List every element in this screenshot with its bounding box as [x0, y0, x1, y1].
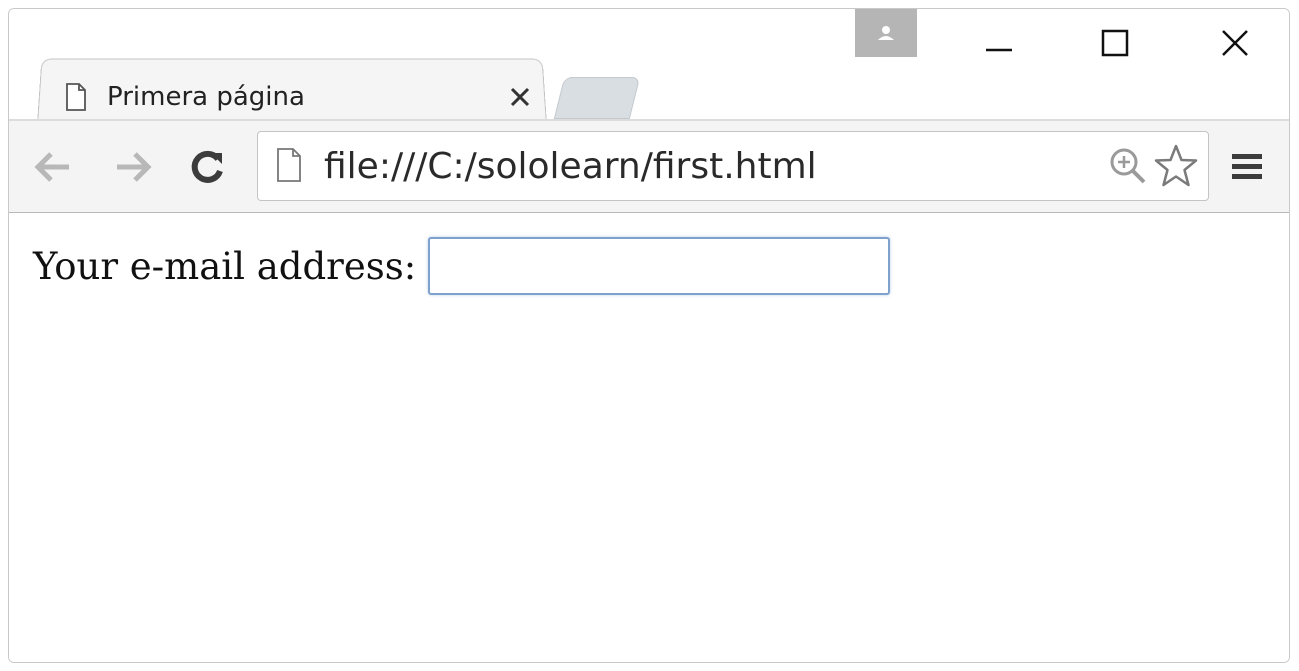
- page-icon: [65, 83, 87, 111]
- page-content: Your e-mail address:: [9, 213, 1289, 662]
- zoom-icon[interactable]: [1104, 142, 1152, 190]
- new-tab-button[interactable]: [553, 77, 641, 119]
- browser-window: Primera página file:///C:/sololearn/firs…: [8, 8, 1290, 663]
- star-icon[interactable]: [1152, 142, 1200, 190]
- close-icon[interactable]: [505, 82, 535, 112]
- email-field[interactable]: [428, 237, 891, 295]
- forward-arrow-icon[interactable]: [107, 139, 159, 195]
- back-arrow-icon[interactable]: [27, 139, 79, 195]
- url-text[interactable]: file:///C:/sololearn/first.html: [324, 146, 1104, 187]
- email-form-row: Your e-mail address:: [33, 237, 891, 295]
- tab-title: Primera página: [107, 82, 305, 112]
- user-icon[interactable]: [855, 9, 917, 57]
- maximize-icon[interactable]: [1075, 15, 1155, 71]
- tab-primera-pagina[interactable]: Primera página: [65, 69, 535, 125]
- address-bar[interactable]: file:///C:/sololearn/first.html: [257, 131, 1209, 201]
- close-icon[interactable]: [1195, 15, 1275, 71]
- title-bar: Primera página: [9, 9, 1289, 125]
- reload-icon[interactable]: [181, 139, 233, 195]
- page-icon: [276, 148, 304, 184]
- minimize-icon[interactable]: [959, 15, 1039, 71]
- toolbar: file:///C:/sololearn/first.html: [9, 121, 1289, 213]
- email-label: Your e-mail address:: [33, 244, 417, 288]
- hamburger-menu-icon[interactable]: [1223, 139, 1271, 195]
